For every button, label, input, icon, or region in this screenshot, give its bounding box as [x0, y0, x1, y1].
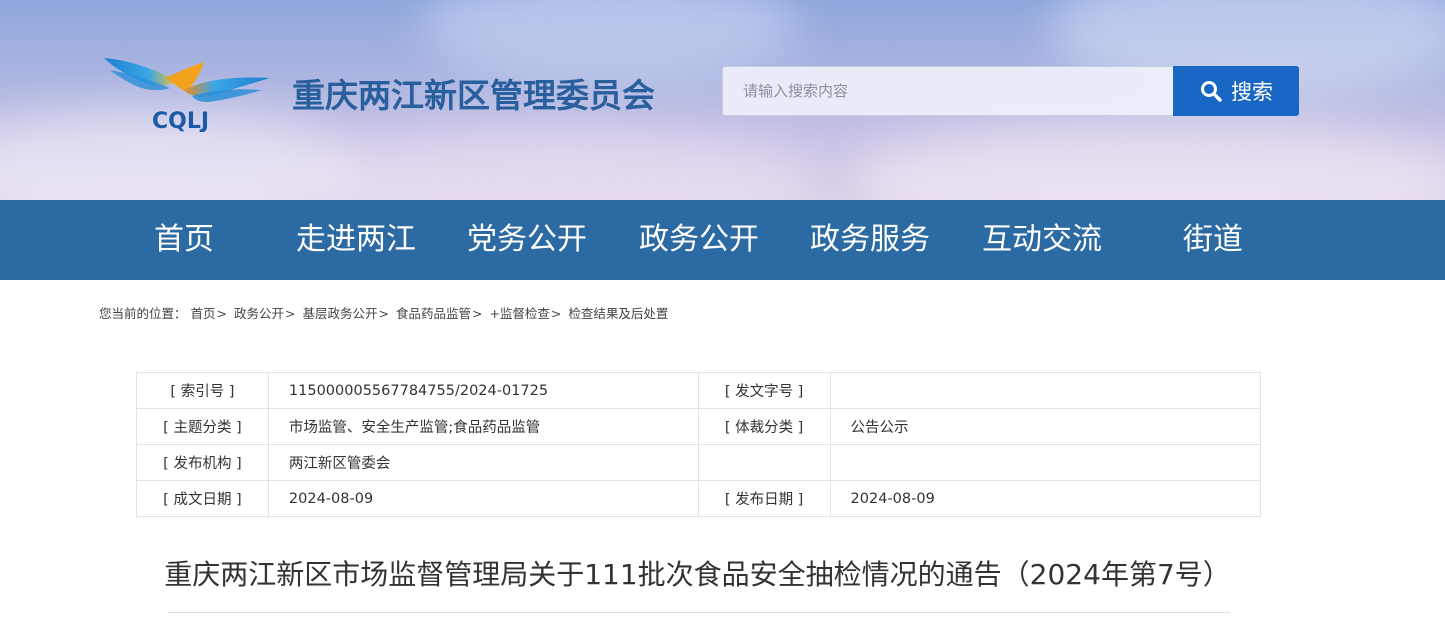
breadcrumb-separator: >: [550, 306, 562, 321]
nav-item-government-affairs[interactable]: 政务公开: [639, 200, 759, 280]
banner-cloud: [850, 120, 1445, 200]
nav-item-streets[interactable]: 街道: [1183, 200, 1243, 280]
search-button-label: 搜索: [1231, 80, 1273, 104]
breadcrumb-link-home[interactable]: 首页: [191, 306, 216, 321]
meta-value-publisher: 两江新区管委会: [267, 444, 699, 481]
table-row: [ 发布机构 ] 两江新区管委会: [136, 444, 1262, 481]
article-title: 重庆两江新区市场监督管理局关于111批次食品安全抽检情况的通告（2024年第7号…: [164, 558, 1231, 591]
meta-label-empty: [697, 444, 831, 481]
logo-emblem-icon: CQLJ: [104, 58, 270, 134]
search-button[interactable]: 搜索: [1173, 66, 1299, 116]
meta-label-publish-date: [ 发布日期 ]: [697, 480, 831, 517]
breadcrumb-separator: >: [216, 306, 227, 321]
meta-label-written-date: [ 成文日期 ]: [136, 480, 269, 517]
search-icon: [1201, 81, 1222, 102]
meta-label-topic: [ 主题分类 ]: [136, 408, 269, 445]
breadcrumb-separator: >: [378, 306, 389, 321]
meta-value-empty: [829, 444, 1262, 481]
nav-item-government-services[interactable]: 政务服务: [810, 200, 930, 280]
breadcrumb-separator: >: [471, 306, 483, 321]
meta-label-doc-number: [ 发文字号 ]: [697, 372, 831, 409]
breadcrumb-link-supervision[interactable]: +监督检查: [489, 306, 549, 321]
site-title: 重庆两江新区管理委员会: [292, 76, 655, 115]
nav-item-about[interactable]: 走进两江: [296, 200, 416, 280]
document-meta-table: [ 索引号 ] 115000005567784755/2024-01725 [ …: [136, 372, 1262, 517]
header-banner: CQLJ 重庆两江新区管理委员会 搜索: [0, 0, 1445, 200]
meta-value-genre: 公告公示: [829, 408, 1262, 445]
table-row: [ 主题分类 ] 市场监管、安全生产监管;食品药品监管 [ 体裁分类 ] 公告公…: [136, 408, 1262, 445]
title-divider: [168, 612, 1230, 613]
search-input[interactable]: [722, 66, 1174, 116]
table-row: [ 索引号 ] 115000005567784755/2024-01725 [ …: [136, 372, 1262, 409]
breadcrumb-link-government-affairs[interactable]: 政务公开: [234, 306, 284, 321]
table-row: [ 成文日期 ] 2024-08-09 [ 发布日期 ] 2024-08-09: [136, 480, 1262, 517]
breadcrumb-link-food-drug[interactable]: 食品药品监管: [396, 306, 471, 321]
site-logo[interactable]: CQLJ: [100, 50, 275, 134]
banner-cloud: [300, 130, 820, 200]
meta-label-publisher: [ 发布机构 ]: [136, 444, 269, 481]
breadcrumb-link-grassroots[interactable]: 基层政务公开: [302, 306, 377, 321]
nav-item-home[interactable]: 首页: [154, 200, 214, 280]
meta-label-genre: [ 体裁分类 ]: [697, 408, 831, 445]
breadcrumb-separator: >: [285, 306, 296, 321]
nav-item-party-affairs[interactable]: 党务公开: [467, 200, 587, 280]
main-nav: 首页 走进两江 党务公开 政务公开 政务服务 互动交流 街道: [0, 200, 1445, 280]
meta-value-publish-date: 2024-08-09: [829, 480, 1262, 517]
meta-label-index: [ 索引号 ]: [136, 372, 269, 409]
logo-text: CQLJ: [152, 109, 209, 132]
meta-value-index: 115000005567784755/2024-01725: [267, 372, 699, 409]
breadcrumb-link-results[interactable]: 检查结果及后处置: [568, 306, 668, 321]
breadcrumb: 您当前的位置： 首页> 政务公开> 基层政务公开> 食品药品监管> +监督检查>…: [99, 303, 668, 322]
breadcrumb-prefix: 您当前的位置：: [99, 306, 187, 321]
meta-value-written-date: 2024-08-09: [267, 480, 699, 517]
nav-item-interaction[interactable]: 互动交流: [982, 200, 1102, 280]
meta-value-topic: 市场监管、安全生产监管;食品药品监管: [267, 408, 699, 445]
meta-value-doc-number: [829, 372, 1262, 409]
